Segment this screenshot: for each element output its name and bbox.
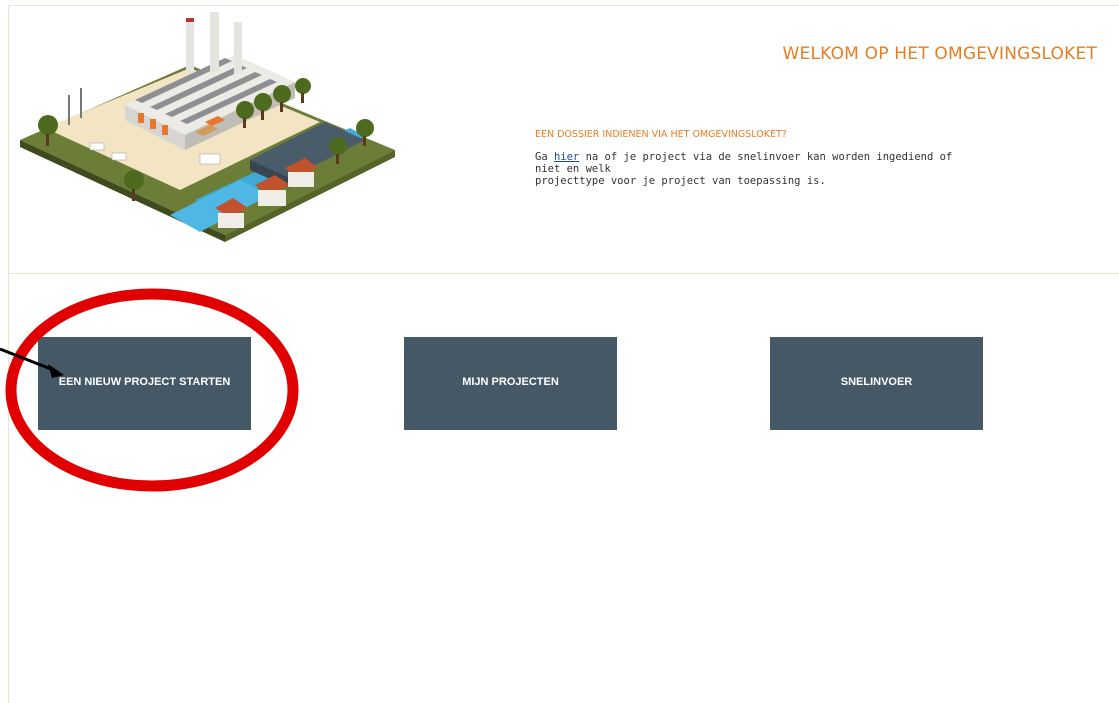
quick-entry-button[interactable]: SNELINVOER	[770, 337, 983, 430]
industrial-site-illustration	[20, 12, 395, 242]
section-divider	[8, 273, 1119, 274]
section-label: WAT KAN JE HIER HET DOEN?	[43, 289, 182, 300]
page-title: WELKOM OP HET OMGEVINGSLOKET	[782, 44, 1097, 64]
new-project-button[interactable]: EEN NIEUW PROJECT STARTEN	[38, 337, 251, 430]
intro-section: EEN DOSSIER INDIENEN VIA HET OMGEVINGSLO…	[535, 129, 975, 187]
my-projects-button[interactable]: MIJN PROJECTEN	[404, 337, 617, 430]
intro-text: Ga hier na of je project via de snelinvo…	[535, 151, 975, 187]
intro-text-line2: projecttype voor je project van toepassi…	[535, 175, 826, 187]
intro-heading: EEN DOSSIER INDIENEN VIA HET OMGEVINGSLO…	[535, 129, 787, 140]
intro-text-before-link: Ga	[535, 151, 554, 163]
hier-link[interactable]: hier	[554, 151, 579, 163]
intro-text-after-link: na of je project via de snelinvoer kan w…	[535, 151, 953, 175]
